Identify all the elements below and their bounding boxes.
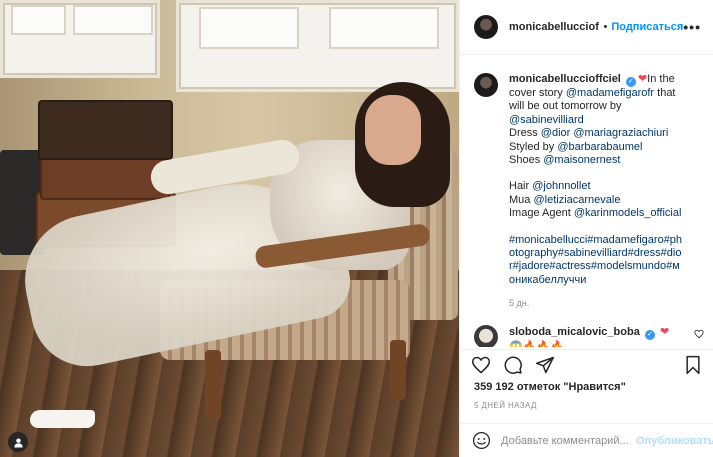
user-tags-button[interactable] bbox=[8, 432, 28, 452]
share-button[interactable] bbox=[534, 354, 556, 376]
heart-emoji: ❤ bbox=[659, 325, 670, 338]
paper-plane-icon bbox=[535, 356, 555, 373]
mention-link[interactable]: @johnnollet bbox=[532, 180, 590, 192]
caption-line: Hair @johnnollet bbox=[509, 180, 591, 193]
caption-line: Mua @letiziacarnevale bbox=[509, 193, 621, 206]
caption-line: Shoes @maisonernest bbox=[509, 154, 621, 167]
caption-line: #monicabellucci#madamefigaro#photography… bbox=[509, 234, 685, 288]
heart-outline-icon bbox=[694, 329, 704, 338]
mention-link[interactable]: @mariagraziachiuri bbox=[573, 127, 668, 139]
photo-suitcase bbox=[38, 100, 173, 160]
comment-input[interactable] bbox=[501, 434, 636, 447]
mention-link[interactable]: @madamefigarofr bbox=[566, 87, 654, 99]
header-separator: • bbox=[603, 21, 608, 33]
mention-link[interactable]: @karinmodels_official bbox=[574, 207, 682, 219]
smiley-icon bbox=[472, 431, 491, 450]
comment-body: sloboda_micalovic_boba ✓ ❤ 😱🔥🔥🔥 bbox=[509, 325, 685, 347]
mention-link[interactable]: @sabinevilliard bbox=[509, 114, 584, 126]
bookmark-icon bbox=[686, 355, 700, 374]
caption-body: monicabelluccioffciel ✓ ❤In the cover sto… bbox=[509, 73, 685, 311]
caption-author-avatar[interactable] bbox=[474, 73, 498, 97]
author-username-link[interactable]: monicabelluccioffic bbox=[509, 21, 599, 33]
likes-count[interactable]: 359 192 отметок "Нравится" bbox=[474, 381, 626, 393]
add-comment-bar: Опубликовать bbox=[460, 423, 713, 457]
comment-bubble-icon bbox=[504, 356, 522, 374]
commenter-avatar[interactable] bbox=[474, 324, 498, 347]
photo-window-left bbox=[0, 0, 160, 78]
photo-shoe bbox=[30, 410, 95, 428]
caption-text: In the cover story @madamefigarofr that … bbox=[509, 73, 685, 287]
caption: monicabelluccioffciel ✓ ❤In the cover sto… bbox=[460, 60, 713, 311]
mention-link[interactable]: @barbarabaumel bbox=[557, 141, 642, 153]
photo-chair-leg bbox=[205, 350, 221, 420]
follow-button[interactable]: Подписаться bbox=[611, 21, 683, 33]
more-options-button[interactable]: ••• bbox=[683, 19, 701, 35]
mention-link[interactable]: @maisonernest bbox=[543, 154, 620, 166]
post-photo[interactable] bbox=[0, 0, 459, 457]
heart-outline-icon bbox=[471, 356, 491, 373]
commenter-username-link[interactable]: sloboda_micalovic_boba bbox=[509, 326, 640, 338]
verified-badge-icon: ✓ bbox=[625, 77, 636, 87]
mention-link[interactable]: @dior bbox=[541, 127, 571, 139]
caption-username-link[interactable]: monicabelluccioffciel bbox=[509, 73, 621, 85]
publish-comment-button[interactable]: Опубликовать bbox=[636, 435, 713, 447]
caption-time[interactable]: 5 дн. bbox=[509, 297, 685, 310]
action-bar bbox=[460, 349, 713, 379]
emoji-button[interactable] bbox=[472, 431, 491, 451]
comment-text: 😱🔥🔥🔥 bbox=[509, 340, 564, 347]
photo-window-right bbox=[176, 0, 459, 92]
comment-like-button[interactable] bbox=[694, 325, 704, 342]
comments-list[interactable]: monicabelluccioffciel ✓ ❤In the cover sto… bbox=[460, 60, 713, 347]
user-icon bbox=[13, 437, 23, 448]
mention-link[interactable]: @letiziacarnevale bbox=[533, 194, 620, 206]
hashtag-link[interactable]: #monicabellucci#madamefigaro#photography… bbox=[509, 234, 682, 286]
caption-line: Image Agent @karinmodels_official bbox=[509, 207, 682, 220]
photo-face bbox=[365, 95, 421, 165]
photo-chair-leg bbox=[390, 340, 406, 400]
like-button[interactable] bbox=[470, 354, 492, 376]
caption-line: Dress @dior @mariagraziachiuri bbox=[509, 127, 669, 140]
comment-item: sloboda_micalovic_boba ✓ ❤ 😱🔥🔥🔥 bbox=[460, 311, 713, 347]
caption-line: Styled by @barbarabaumel bbox=[509, 140, 643, 153]
author-avatar[interactable] bbox=[474, 15, 498, 39]
post-side-panel: monicabelluccioffic • Подписаться ••• mo… bbox=[459, 0, 713, 457]
heart-emoji: ❤ bbox=[637, 73, 648, 85]
post-header: monicabelluccioffic • Подписаться ••• bbox=[460, 0, 713, 55]
comment-button[interactable] bbox=[502, 354, 524, 376]
post-date[interactable]: 5 ДНЕЙ НАЗАД bbox=[474, 401, 537, 410]
verified-badge-icon: ✓ bbox=[644, 329, 655, 340]
save-button[interactable] bbox=[682, 354, 704, 376]
